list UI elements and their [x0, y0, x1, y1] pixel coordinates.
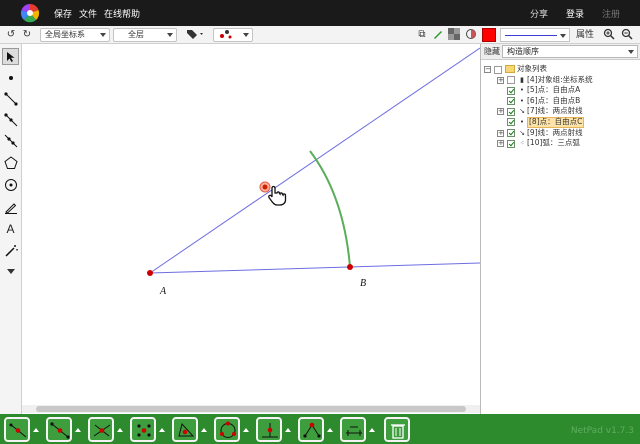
tag-icon	[187, 30, 203, 39]
triangle-center-icon	[178, 422, 195, 437]
scrollbar-thumb[interactable]	[36, 406, 466, 412]
object-panel: 隐藏 构造顺序 − 对象列表 + ▮ [4]对象组:坐标系统 • [5]点：自由…	[480, 44, 640, 414]
attribute-button[interactable]: 属性	[572, 28, 598, 42]
undo-icon[interactable]: ↺	[4, 28, 18, 42]
menu-file[interactable]: 文件	[79, 7, 97, 20]
tool-center-button[interactable]	[130, 417, 156, 442]
copy-icon[interactable]: ⧉	[415, 28, 429, 42]
label-a: A	[159, 286, 167, 297]
tool-circle-points-button[interactable]	[214, 417, 240, 442]
top-bar: 保存 文件 在线帮助 分享 登录 注册	[0, 0, 640, 26]
hide-label[interactable]: 隐藏	[484, 46, 500, 57]
tool-triangle-center-button[interactable]	[172, 417, 198, 442]
intersection-icon	[93, 424, 111, 437]
tree-item[interactable]: + ⁖ [10]弧：三点弧	[481, 138, 640, 149]
tree-item-selected[interactable]: • [8]点：自由点C	[481, 116, 640, 128]
tool-intersection-button[interactable]	[88, 417, 114, 442]
label-b: B	[360, 278, 366, 289]
pen-tool-icon[interactable]	[2, 198, 19, 215]
tree-item[interactable]: + ↘ [7]线：两点射线	[481, 106, 640, 117]
circle-points-icon	[220, 421, 236, 438]
color-swatch[interactable]	[482, 28, 496, 42]
segment-tool-icon[interactable]	[2, 90, 19, 107]
menu-save[interactable]: 保存	[54, 7, 72, 20]
geometry-svg[interactable]: A B	[22, 44, 481, 414]
pattern-icon[interactable]	[447, 28, 461, 42]
delete-button[interactable]	[384, 417, 410, 442]
layer-dropdown[interactable]: 全层	[113, 28, 177, 42]
point-c[interactable]	[262, 184, 268, 190]
drawing-canvas[interactable]: A B	[22, 44, 481, 414]
polygon-tool-icon[interactable]	[2, 154, 19, 171]
point-icon: •	[519, 117, 525, 126]
center-points-icon	[137, 424, 151, 437]
perpendicular-icon	[262, 423, 278, 438]
point-tool-icon[interactable]	[2, 69, 19, 86]
ray-icon: ↘	[519, 107, 525, 116]
point-a[interactable]	[147, 270, 153, 276]
panel-header: 隐藏 构造顺序	[481, 44, 640, 60]
tree-item[interactable]: + ▮ [4]对象组:坐标系统	[481, 75, 640, 86]
coord-system-value: 全局坐标系	[45, 30, 85, 39]
zoom-out-icon[interactable]	[620, 28, 634, 42]
pen-icon[interactable]	[431, 28, 445, 42]
redo-icon[interactable]: ↻	[20, 28, 34, 42]
layer-value: 全层	[128, 30, 144, 39]
select-arrow-icon[interactable]	[2, 48, 19, 65]
tool-midpoint-button[interactable]	[46, 417, 72, 442]
point-on-line-icon	[9, 423, 27, 438]
trash-icon	[391, 424, 405, 439]
login-link[interactable]: 登录	[566, 7, 584, 20]
zoom-in-icon[interactable]	[602, 28, 616, 42]
folder-icon	[505, 65, 515, 73]
measure-icon	[346, 426, 362, 436]
tree-item[interactable]: • [5]点：自由点A	[481, 85, 640, 96]
point-icon: •	[519, 86, 525, 95]
coord-system-dropdown[interactable]: 全局坐标系	[40, 28, 110, 42]
menu-online-help[interactable]: 在线帮助	[104, 7, 140, 20]
tool-perpendicular-button[interactable]	[256, 417, 282, 442]
tool-reflection-button[interactable]	[298, 417, 324, 442]
tool-measure-button[interactable]	[340, 417, 366, 442]
midpoint-icon	[50, 422, 70, 439]
bottom-toolbar: NetPad v1.7.3	[0, 414, 640, 444]
tag-dropdown[interactable]	[184, 28, 208, 42]
magic-wand-icon[interactable]	[2, 242, 19, 259]
group-icon: ▮	[520, 75, 524, 84]
tree-item[interactable]: + ↘ [9]线：两点射线	[481, 128, 640, 139]
text-tool-icon[interactable]: A	[2, 220, 19, 237]
points-style-icon	[220, 30, 232, 39]
more-tools-chevron-icon[interactable]	[2, 262, 19, 279]
toolbar: ↺ ↻ 全局坐标系 全层 ⧉ 属性	[0, 26, 640, 44]
point-b[interactable]	[347, 264, 353, 270]
order-dropdown[interactable]: 构造顺序	[502, 45, 638, 58]
ray-tool-icon[interactable]	[2, 111, 19, 128]
share-link[interactable]: 分享	[530, 7, 548, 20]
tool-point-on-object-button[interactable]	[4, 417, 30, 442]
horizontal-scrollbar[interactable]	[22, 405, 480, 413]
brand-version: NetPad v1.7.3	[570, 426, 634, 436]
tree-root[interactable]: − 对象列表	[481, 64, 640, 75]
circle-tool-icon[interactable]	[2, 176, 19, 193]
arc-icon: ⁖	[519, 139, 525, 148]
ray-ab[interactable]	[149, 262, 481, 274]
fill-icon[interactable]	[464, 28, 478, 42]
hand-cursor-icon	[268, 185, 287, 206]
ray-icon: ↘	[519, 128, 525, 137]
register-link[interactable]: 注册	[602, 7, 620, 20]
object-tree: − 对象列表 + ▮ [4]对象组:坐标系统 • [5]点：自由点A • [6]…	[481, 64, 640, 149]
arc-three-point[interactable]	[309, 150, 351, 268]
line-tool-icon[interactable]	[2, 132, 19, 149]
line-style-dropdown[interactable]	[500, 28, 570, 42]
left-toolbar: A	[0, 44, 22, 414]
netpad-logo-icon	[20, 3, 40, 23]
point-icon: •	[519, 96, 525, 105]
tree-item[interactable]: • [6]点：自由点B	[481, 96, 640, 107]
order-value: 构造顺序	[507, 47, 539, 56]
ray-ac[interactable]	[149, 47, 481, 274]
style-dropdown[interactable]	[213, 28, 253, 42]
reflection-icon	[303, 422, 321, 438]
